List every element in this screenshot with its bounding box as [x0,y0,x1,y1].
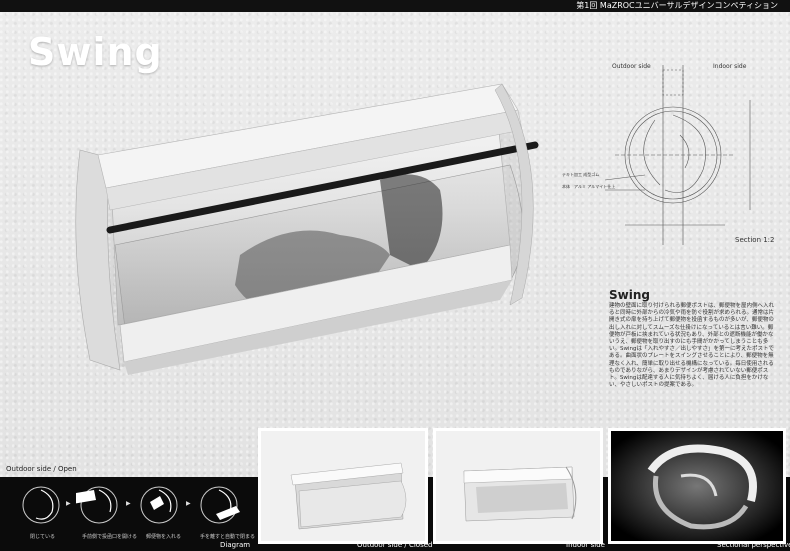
section-caption: Section 1:2 [735,236,775,244]
header-bar: 第1回 MaZROCユニバーサルデザインコンペティション [0,0,790,12]
panel-2-caption: Indoor side [566,541,605,549]
panel-3-caption: Sectional perspective [717,541,790,549]
diagram-caption: Diagram [220,541,251,549]
indoor-render [463,466,577,522]
arrow-icon: ▶ [126,500,131,507]
arrow-icon: ▶ [66,500,71,507]
diagram-step-3-label: 郵便物を入れる [146,534,182,540]
sectional-render [611,431,783,541]
diagram-step-4-label: 手を離すと自動で閉まる [200,534,256,540]
diagram-step-1-icon [22,486,60,524]
diagram-step-2-icon [76,486,118,524]
section-note-2: 本体 アルミ アルマイト仕上 [562,184,616,189]
diagram-step-2-label: 手前側で投函口を開ける [82,534,138,540]
main-title: Swing [28,30,163,74]
panel-indoor [433,428,603,544]
hero-render [75,83,539,375]
competition-title: 第1回 MaZROCユニバーサルデザインコンペティション [576,1,778,10]
description-body: 建物の壁面に取り付けられる郵便ポストは、郵便物を屋内側へ入れると同時に外部からの… [609,303,775,389]
description-heading: Swing [609,288,650,302]
diagram-step-3-icon [140,486,178,524]
diagram-step-1-label: 閉じている [30,534,56,540]
outdoor-closed-render [290,462,407,530]
panel-1-caption: Outdoor side / Closed [357,541,433,549]
diagram-title: Outdoor side / Open [6,465,77,473]
arrow-icon: ▶ [186,500,191,507]
diagram-step-4-icon [200,486,240,524]
section-note-1: テキト加工 成型ゴム [562,172,600,177]
section-drawing [604,65,751,245]
indoor-side-label: Indoor side [713,63,747,70]
panel-sectional [608,428,786,544]
outdoor-side-label: Outdoor side [612,63,651,70]
panel-outdoor-closed [258,428,428,544]
